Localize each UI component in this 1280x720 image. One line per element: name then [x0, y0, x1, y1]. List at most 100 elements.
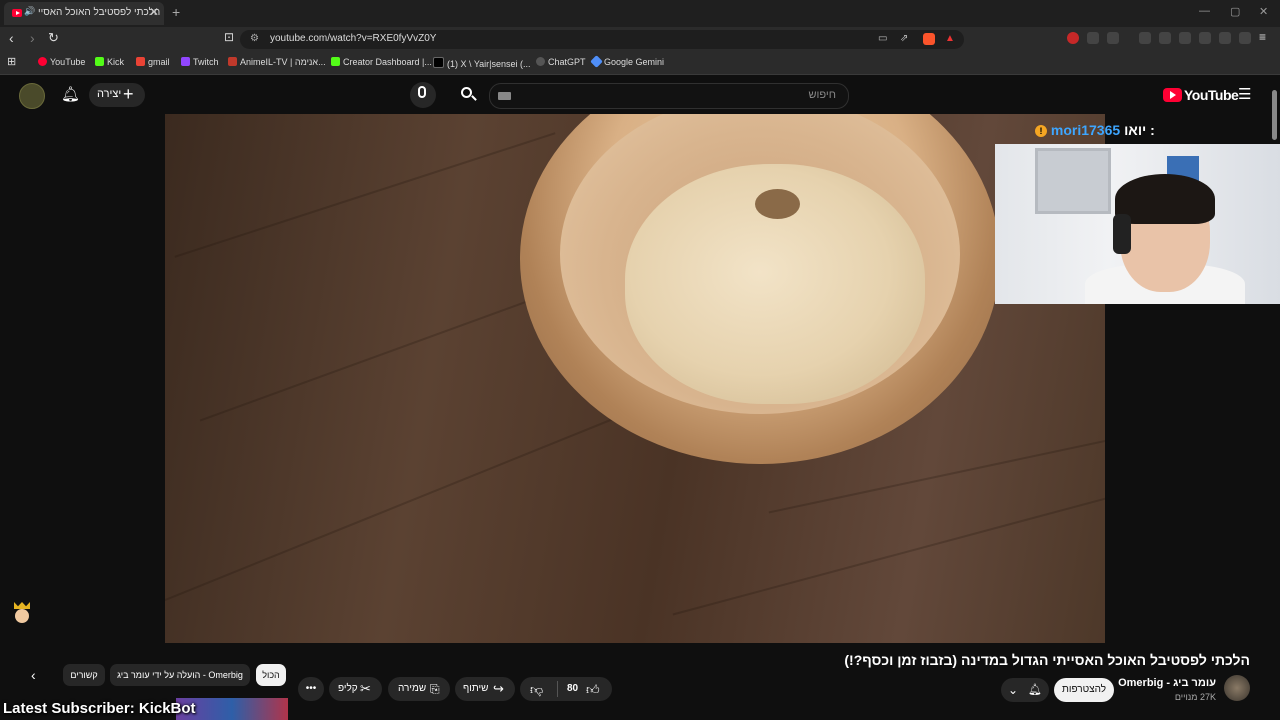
subscribe-button[interactable]: להצטרפות [1054, 678, 1114, 702]
search-placeholder: חיפוש [808, 89, 836, 101]
page-scrollbar[interactable] [1272, 90, 1277, 140]
sidebar-icon[interactable] [1179, 32, 1191, 44]
play-triangle-icon [1170, 91, 1176, 99]
dislike-icon[interactable]: 👎︎ [530, 678, 543, 702]
media-controls-icon[interactable] [1159, 32, 1171, 44]
hamburger-menu-icon[interactable]: ☰ [1238, 85, 1251, 103]
reload-icon[interactable]: ↻ [48, 30, 59, 46]
channel-avatar[interactable] [1224, 675, 1250, 701]
gmail-icon [136, 57, 145, 66]
share-icon: ↪ [493, 681, 504, 696]
bookmark-twitch[interactable]: Twitch [181, 57, 219, 67]
youtube-logo-text[interactable]: YouTube [1184, 87, 1239, 103]
chevron-down-icon: ⌄ [1008, 683, 1019, 697]
clip-button[interactable]: קליפ ✂ [329, 677, 382, 701]
twitch-icon [181, 57, 190, 66]
bookmark-creator-dashboard[interactable]: Creator Dashboard |... [331, 57, 432, 67]
bookmark-label: Creator Dashboard |... [343, 57, 432, 67]
more-actions-button[interactable]: ••• [298, 677, 324, 701]
kick-icon [331, 57, 340, 66]
bookmark-gmail[interactable]: gmail [136, 57, 170, 67]
bookmark-label: gmail [148, 57, 170, 67]
chip-all[interactable]: הכול [256, 664, 286, 686]
bookmarks-bar: ⊞ YouTube Kick gmail Twitch AnimeIL-TV |… [0, 52, 1280, 75]
chat-badge-icon: ! [1035, 125, 1047, 137]
address-bar[interactable]: ⚙ youtube.com/watch?v=RXE0fyVvZ0Y ▭ ⇗ ▲ [240, 30, 964, 49]
maximize-icon[interactable]: ▢ [1230, 5, 1240, 18]
brave-rewards-icon[interactable]: ▲ [945, 33, 955, 44]
close-window-icon[interactable]: ✕ [1259, 5, 1268, 18]
gemini-icon [590, 55, 603, 68]
share-label: שיתוף [463, 683, 489, 694]
bookmark-youtube[interactable]: YouTube [38, 57, 85, 67]
create-button[interactable]: יצירה + [89, 83, 145, 107]
animeil-icon [228, 57, 237, 66]
extension-record-icon[interactable] [1067, 32, 1079, 44]
channel-name[interactable]: עומר ביג - Omerbig [1118, 677, 1216, 689]
menu-icon[interactable]: ≡ [1259, 30, 1266, 44]
like-count[interactable]: 80 [567, 677, 578, 701]
audio-playing-icon[interactable]: 🔊 [24, 6, 35, 17]
clip-label: קליפ [338, 683, 358, 694]
youtube-logo-icon[interactable] [1163, 88, 1182, 102]
bookmark-label: ChatGPT [548, 57, 586, 67]
room-window [1035, 148, 1111, 214]
url-text: youtube.com/watch?v=RXE0fyVvZ0Y [270, 33, 437, 44]
tab-title: הלכתי לפסטיבל האוכל האסיי [38, 7, 161, 18]
bookmark-kick[interactable]: Kick [95, 57, 124, 67]
chat-message: ! mori17365 יואו : [1035, 122, 1155, 138]
keyboard-icon[interactable] [498, 92, 511, 100]
bookmark-gemini[interactable]: Google Gemini [590, 55, 665, 68]
chevron-left-icon[interactable]: ‹ [31, 667, 36, 683]
bookmark-label: Google Gemini [604, 57, 665, 67]
like-dislike-group: 👎︎ 80 👍︎ [520, 677, 612, 701]
back-icon[interactable]: ‹ [9, 30, 14, 46]
chatgpt-icon [536, 57, 545, 66]
create-label: יצירה [97, 88, 122, 100]
bookmark-x[interactable]: (1) X \ Yair|sensei (... [433, 57, 531, 69]
site-info-icon[interactable]: ⚙ [250, 33, 259, 44]
cast-icon[interactable]: ▭ [878, 33, 887, 44]
bookmark-chatgpt[interactable]: ChatGPT [536, 57, 586, 67]
apps-grid-icon[interactable]: ⊞ [7, 55, 16, 68]
headset-icon [1113, 214, 1131, 254]
new-tab-icon[interactable]: + [172, 4, 180, 20]
brave-shields-icon[interactable] [923, 33, 935, 45]
scissors-icon: ✂ [360, 681, 371, 696]
forward-icon[interactable]: › [30, 30, 35, 46]
notifications-bell-icon[interactable]: 🔔︎ [61, 85, 80, 103]
voice-search-button[interactable] [410, 82, 436, 108]
avatar[interactable] [19, 83, 45, 109]
latest-subscriber-overlay: Latest Subscriber: KickBot [3, 700, 196, 717]
share-page-icon[interactable]: ⇗ [900, 33, 908, 44]
close-tab-icon[interactable]: ✕ [149, 5, 159, 19]
extension-puzzle-icon[interactable] [1087, 32, 1099, 44]
notification-settings-button[interactable]: ⌄ 🔔︎ [1001, 678, 1049, 702]
kick-icon [95, 57, 104, 66]
downloads-icon[interactable] [1139, 32, 1151, 44]
minimize-icon[interactable]: — [1199, 5, 1210, 17]
divider [557, 681, 558, 697]
youtube-header: 🔔︎ יצירה + חיפוש YouTube ☰ [0, 76, 1280, 114]
search-input[interactable]: חיפוש [489, 83, 849, 109]
leo-ai-icon[interactable] [1219, 32, 1231, 44]
plus-icon: + [123, 84, 134, 104]
vpn-icon[interactable] [1239, 32, 1251, 44]
search-button[interactable] [455, 82, 481, 108]
extension-screenshot-icon[interactable] [1107, 32, 1119, 44]
save-button[interactable]: שמירה ⎘ [388, 677, 450, 701]
save-label: שמירה [398, 683, 427, 694]
chip-related[interactable]: קשורים [63, 664, 105, 686]
bookmark-page-icon[interactable]: ⊡ [224, 30, 234, 44]
browser-tab[interactable]: 🔊 הלכתי לפסטיבל האוכל האסיי ✕ [4, 2, 164, 25]
chip-uploaded-by[interactable]: הועלה על ידי עומר ביג - Omerbig [110, 664, 250, 686]
bookmark-label: (1) X \ Yair|sensei (... [447, 59, 531, 69]
youtube-icon [38, 57, 47, 66]
bookmark-animeil[interactable]: AnimeIL-TV | אנימה... [228, 57, 326, 67]
wallet-icon[interactable] [1199, 32, 1211, 44]
like-icon[interactable]: 👍︎ [586, 678, 600, 702]
share-button[interactable]: שיתוף ↪ [455, 677, 515, 701]
bookmark-label: AnimeIL-TV | אנימה... [240, 57, 326, 67]
webcam-overlay [995, 144, 1280, 304]
video-player[interactable] [165, 114, 1105, 643]
